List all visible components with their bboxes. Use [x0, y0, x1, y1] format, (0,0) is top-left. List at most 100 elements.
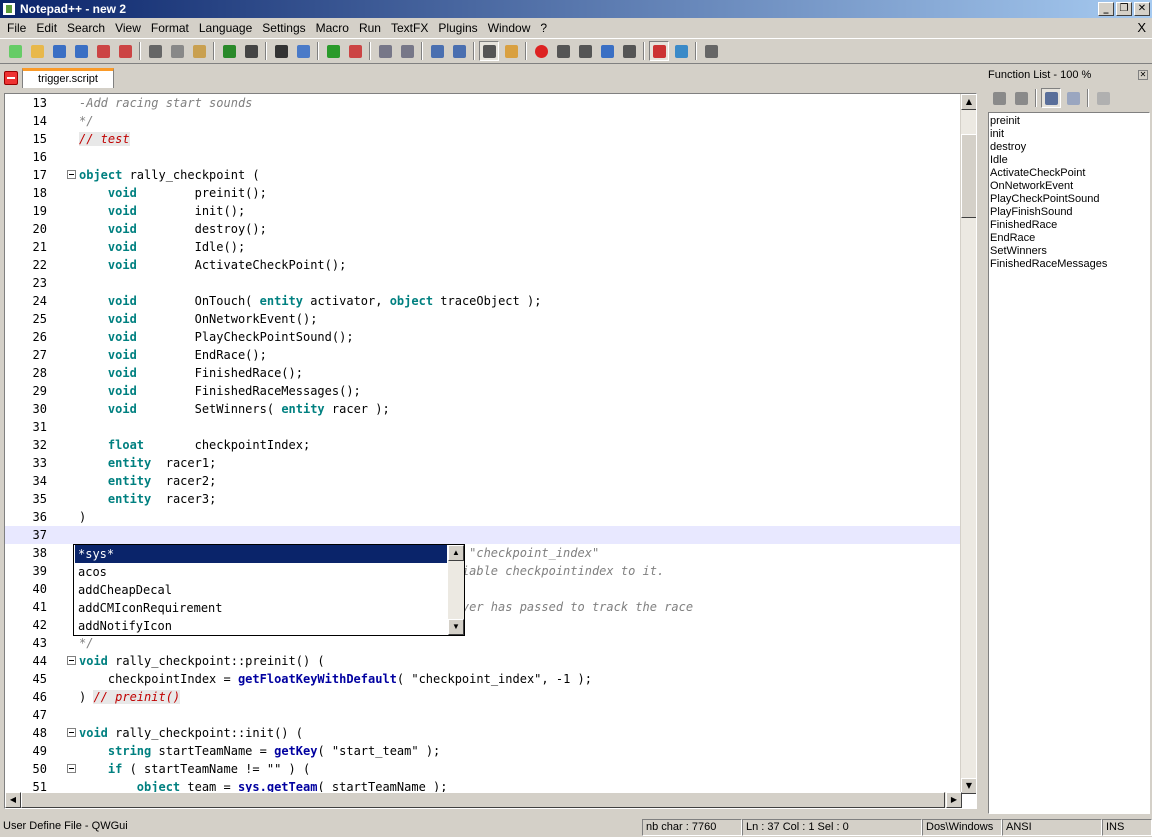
fn-reload-icon[interactable] — [1011, 88, 1031, 108]
menu-view[interactable]: View — [110, 18, 146, 38]
code-line[interactable]: 34 entity racer2; — [5, 472, 962, 490]
scroll-right-arrow-icon[interactable]: ▶ — [946, 792, 962, 808]
function-list-item[interactable]: PlayFinishSound — [990, 206, 1148, 219]
scroll-up-arrow-icon[interactable]: ▲ — [961, 94, 976, 110]
vertical-scroll-thumb[interactable] — [961, 134, 976, 218]
autocomplete-item[interactable]: addCMIconRequirement — [75, 599, 447, 617]
stop-macro-icon[interactable] — [553, 41, 573, 61]
function-list[interactable]: preinit init destroy Idle ActivateCheckPoint… — [988, 112, 1150, 814]
paste-icon[interactable] — [189, 41, 209, 61]
function-list-item[interactable]: PlayCheckPointSound — [990, 193, 1148, 206]
close-document-button[interactable]: X — [1137, 18, 1146, 38]
fn-sort-icon[interactable] — [989, 88, 1009, 108]
minimize-button[interactable]: _ — [1098, 2, 1114, 16]
scroll-left-arrow-icon[interactable]: ◀ — [5, 792, 21, 808]
run-macro-multiple-icon[interactable] — [597, 41, 617, 61]
fn-copy-icon[interactable] — [1093, 88, 1113, 108]
fn-sort-order-icon[interactable] — [1041, 88, 1061, 108]
code-line[interactable]: 47 — [5, 706, 962, 724]
code-editor[interactable]: 13 -Add racing start sounds 14 */15// test 1… — [4, 93, 977, 809]
function-list-item[interactable]: destroy — [990, 141, 1148, 154]
sync-horizontal-icon[interactable] — [397, 41, 417, 61]
function-list-item[interactable]: EndRace — [990, 232, 1148, 245]
menu-edit[interactable]: Edit — [31, 18, 62, 38]
menu-help[interactable]: ? — [535, 18, 552, 38]
replace-icon[interactable] — [293, 41, 313, 61]
autocomplete-item[interactable]: acos — [75, 563, 447, 581]
code-line[interactable]: 22 void ActivateCheckPoint(); — [5, 256, 962, 274]
function-list-close-icon[interactable]: ✕ — [1138, 70, 1148, 80]
code-line[interactable]: 36) — [5, 508, 962, 526]
code-line[interactable]: 48 void rally_checkpoint::init() ( — [5, 724, 962, 742]
function-list-item[interactable]: preinit — [990, 115, 1148, 128]
save-all-icon[interactable] — [71, 41, 91, 61]
code-line[interactable]: 43 */ — [5, 634, 962, 652]
code-line[interactable]: 28 void FinishedRace(); — [5, 364, 962, 382]
code-line[interactable]: 31 — [5, 418, 962, 436]
tab-close-icon[interactable] — [4, 71, 18, 85]
autocomplete-item[interactable]: addCheapDecal — [75, 581, 447, 599]
menu-textfx[interactable]: TextFX — [386, 18, 433, 38]
restore-button[interactable]: ❐ — [1116, 2, 1132, 16]
code-line[interactable]: 27 void EndRace(); — [5, 346, 962, 364]
function-list-item[interactable]: init — [990, 128, 1148, 141]
code-line[interactable]: 23 — [5, 274, 962, 292]
new-file-icon[interactable] — [5, 41, 25, 61]
ac-scroll-down-arrow-icon[interactable]: ▼ — [448, 619, 464, 635]
zoom-in-icon[interactable] — [323, 41, 343, 61]
fold-toggle-icon[interactable] — [67, 656, 76, 665]
code-line[interactable]: 18 void preinit(); — [5, 184, 962, 202]
horizontal-scroll-thumb[interactable] — [21, 792, 945, 808]
code-line[interactable]: 17 object rally_checkpoint ( — [5, 166, 962, 184]
ac-scroll-up-arrow-icon[interactable]: ▲ — [448, 545, 464, 561]
code-line[interactable]: 49 string startTeamName = getKey( "start… — [5, 742, 962, 760]
code-line[interactable]: 24 void OnTouch( entity activator, objec… — [5, 292, 962, 310]
function-list-item[interactable]: ActivateCheckPoint — [990, 167, 1148, 180]
code-line[interactable]: 35 entity racer3; — [5, 490, 962, 508]
menu-file[interactable]: File — [2, 18, 31, 38]
fn-sort-alpha-icon[interactable] — [1063, 88, 1083, 108]
menu-run[interactable]: Run — [354, 18, 386, 38]
autocomplete-item[interactable]: addNotifyIcon — [75, 617, 447, 635]
menu-search[interactable]: Search — [62, 18, 110, 38]
code-line[interactable]: 14 */ — [5, 112, 962, 130]
code-line[interactable]: 45 checkpointIndex = getFloatKeyWithDefa… — [5, 670, 962, 688]
code-line[interactable]: 16 — [5, 148, 962, 166]
code-line[interactable]: 13 -Add racing start sounds — [5, 94, 962, 112]
code-line[interactable]: 21 void Idle(); — [5, 238, 962, 256]
menu-window[interactable]: Window — [483, 18, 536, 38]
code-line[interactable]: 33 entity racer1; — [5, 454, 962, 472]
code-line[interactable]: 32 float checkpointIndex; — [5, 436, 962, 454]
code-line[interactable]: 20 void destroy(); — [5, 220, 962, 238]
code-line[interactable]: 50 if ( startTeamName != "" ) ( — [5, 760, 962, 778]
fold-toggle-icon[interactable] — [67, 764, 76, 773]
print-icon[interactable] — [701, 41, 721, 61]
record-macro-icon[interactable] — [531, 41, 551, 61]
indent-guide-icon[interactable] — [479, 41, 499, 61]
zoom-out-icon[interactable] — [345, 41, 365, 61]
function-list-item[interactable]: OnNetworkEvent — [990, 180, 1148, 193]
menu-format[interactable]: Format — [146, 18, 194, 38]
spell-auto-icon[interactable] — [671, 41, 691, 61]
code-line[interactable]: 37 — [5, 526, 962, 544]
code-line[interactable]: 44 void rally_checkpoint::preinit() ( — [5, 652, 962, 670]
autocomplete-scrollbar[interactable]: ▲ ▼ — [448, 545, 464, 635]
save-icon[interactable] — [49, 41, 69, 61]
function-list-item[interactable]: Idle — [990, 154, 1148, 167]
function-list-item[interactable]: FinishedRaceMessages — [990, 258, 1148, 271]
code-line[interactable]: 30 void SetWinners( entity racer ); — [5, 400, 962, 418]
scroll-down-arrow-icon[interactable]: ▼ — [961, 778, 976, 794]
redo-icon[interactable] — [241, 41, 261, 61]
close-icon[interactable] — [93, 41, 113, 61]
menu-plugins[interactable]: Plugins — [433, 18, 482, 38]
open-file-icon[interactable] — [27, 41, 47, 61]
menu-settings[interactable]: Settings — [257, 18, 310, 38]
autocomplete-item[interactable]: *sys* — [75, 545, 447, 563]
save-macro-icon[interactable] — [619, 41, 639, 61]
show-all-chars-icon[interactable] — [449, 41, 469, 61]
code-line[interactable]: 46) // preinit() — [5, 688, 962, 706]
code-line[interactable]: 15 // test — [5, 130, 962, 148]
undo-icon[interactable] — [219, 41, 239, 61]
tab-trigger-script[interactable]: trigger.script — [22, 68, 114, 88]
play-macro-icon[interactable] — [575, 41, 595, 61]
